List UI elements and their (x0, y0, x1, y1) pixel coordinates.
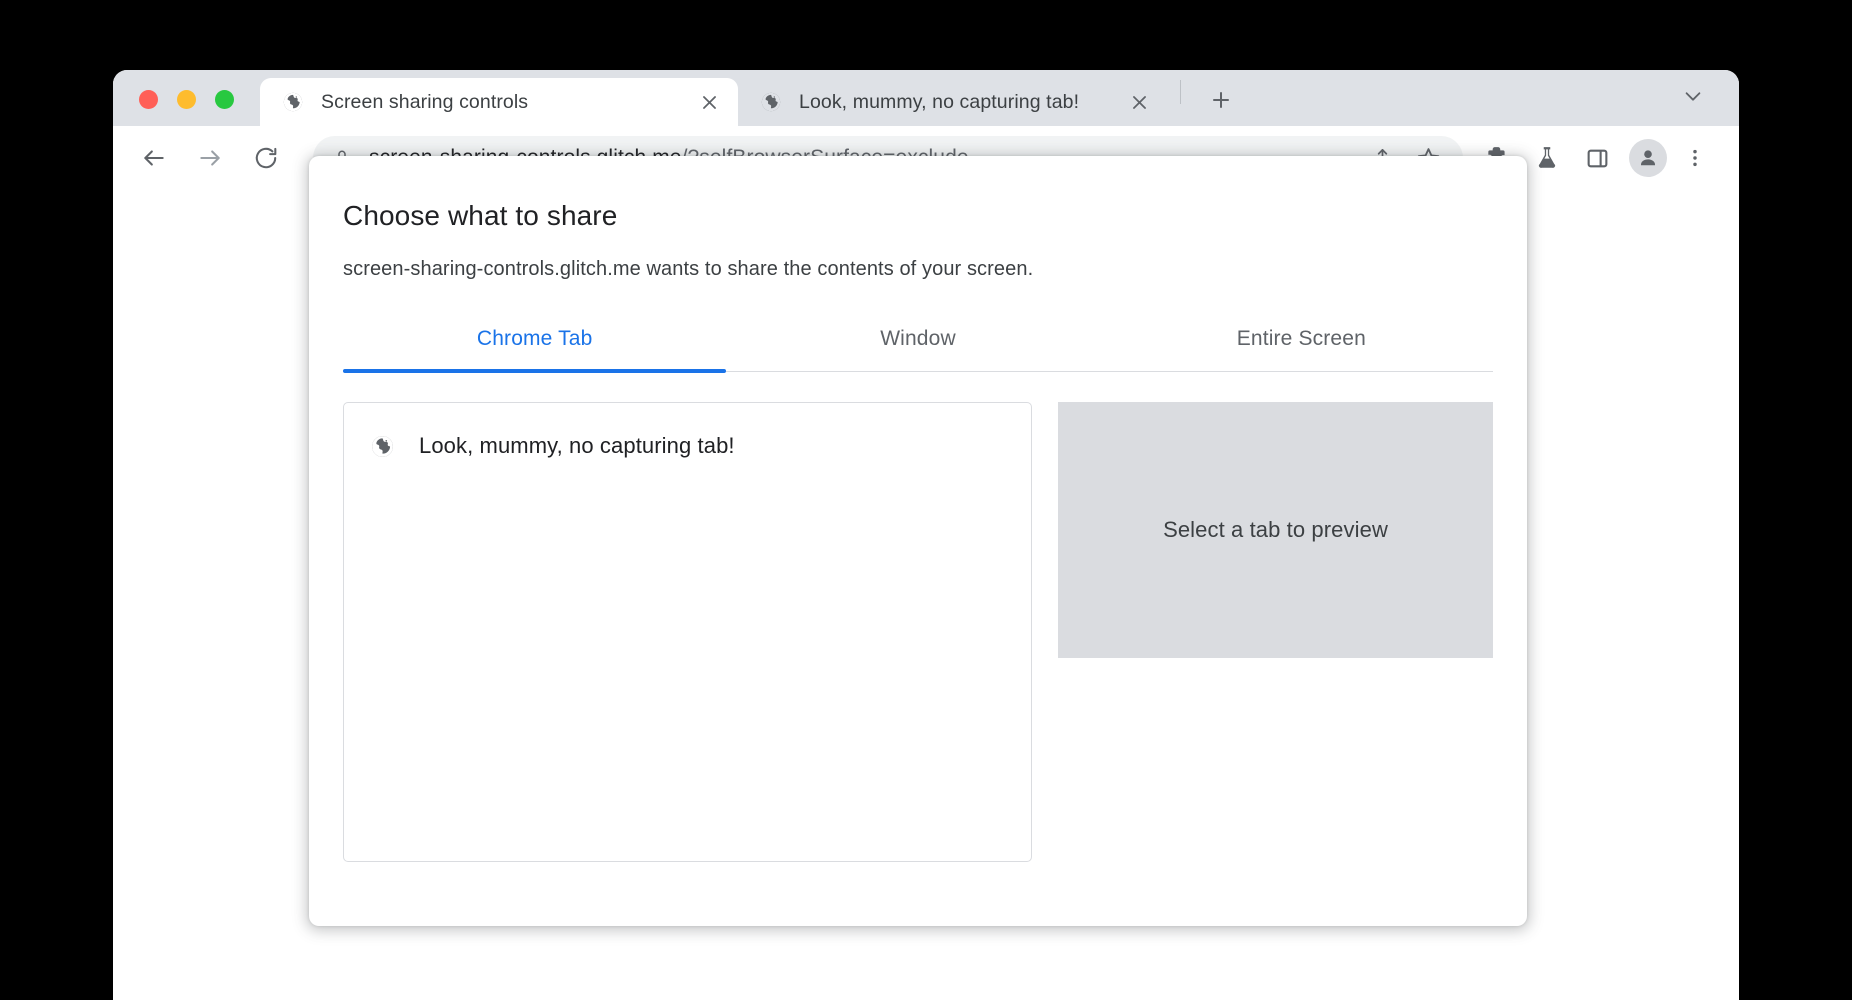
close-icon[interactable] (1124, 87, 1154, 117)
dialog-body: Look, mummy, no capturing tab! Select a … (343, 402, 1493, 862)
window-close-button[interactable] (139, 90, 158, 109)
preview-placeholder: Select a tab to preview (1058, 402, 1493, 658)
flask-icon (1534, 145, 1560, 171)
tab-separator (1180, 80, 1181, 104)
browser-window: Screen sharing controls Look, mummy, no … (113, 70, 1739, 1000)
globe-icon (760, 91, 782, 113)
browser-menu-button[interactable] (1673, 136, 1717, 180)
list-item[interactable]: Look, mummy, no capturing tab! (344, 423, 1031, 469)
back-button[interactable] (131, 135, 177, 181)
shareable-tab-list[interactable]: Look, mummy, no capturing tab! (343, 402, 1032, 862)
three-dot-menu-icon (1684, 147, 1706, 169)
reload-button[interactable] (243, 135, 289, 181)
forward-button[interactable] (187, 135, 233, 181)
person-icon (1636, 146, 1660, 170)
dialog-description: screen-sharing-controls.glitch.me wants … (343, 258, 1034, 280)
preview-pane: Select a tab to preview (1058, 402, 1493, 862)
close-icon[interactable] (694, 87, 724, 117)
tab-strip: Screen sharing controls Look, mummy, no … (113, 70, 1739, 126)
chevron-down-icon (1682, 85, 1704, 107)
globe-icon (370, 434, 395, 459)
page-content-area: Choose what to share screen-sharing-cont… (113, 156, 1739, 1000)
globe-icon (282, 91, 304, 113)
arrow-left-icon (141, 145, 167, 171)
share-picker-dialog: Choose what to share screen-sharing-cont… (309, 156, 1527, 926)
screen-root: Screen sharing controls Look, mummy, no … (0, 0, 1852, 1000)
reload-icon (253, 145, 279, 171)
dialog-tab-bar: Chrome Tab Window Entire Screen (343, 317, 1493, 373)
window-zoom-button[interactable] (215, 90, 234, 109)
side-panel-button[interactable] (1575, 136, 1619, 180)
browser-tab-1[interactable]: Screen sharing controls (260, 78, 738, 126)
tab-chrome-tab[interactable]: Chrome Tab (343, 317, 727, 373)
browser-tab-2-title: Look, mummy, no capturing tab! (799, 90, 1080, 113)
profile-button[interactable] (1629, 139, 1667, 177)
arrow-right-icon (197, 145, 223, 171)
dialog-title: Choose what to share (343, 200, 618, 231)
list-item-title: Look, mummy, no capturing tab! (419, 433, 735, 458)
side-panel-icon (1585, 146, 1610, 171)
labs-button[interactable] (1525, 136, 1569, 180)
window-minimize-button[interactable] (177, 90, 196, 109)
tab-entire-screen[interactable]: Entire Screen (1110, 317, 1493, 371)
new-tab-button[interactable] (1201, 80, 1241, 120)
browser-tab-1-title: Screen sharing controls (321, 90, 529, 113)
browser-tab-2[interactable]: Look, mummy, no capturing tab! (738, 78, 1168, 126)
tab-window[interactable]: Window (726, 317, 1109, 371)
tab-list: Screen sharing controls Look, mummy, no … (260, 70, 1241, 126)
tab-search-button[interactable] (1673, 76, 1713, 116)
traffic-lights (139, 90, 234, 109)
